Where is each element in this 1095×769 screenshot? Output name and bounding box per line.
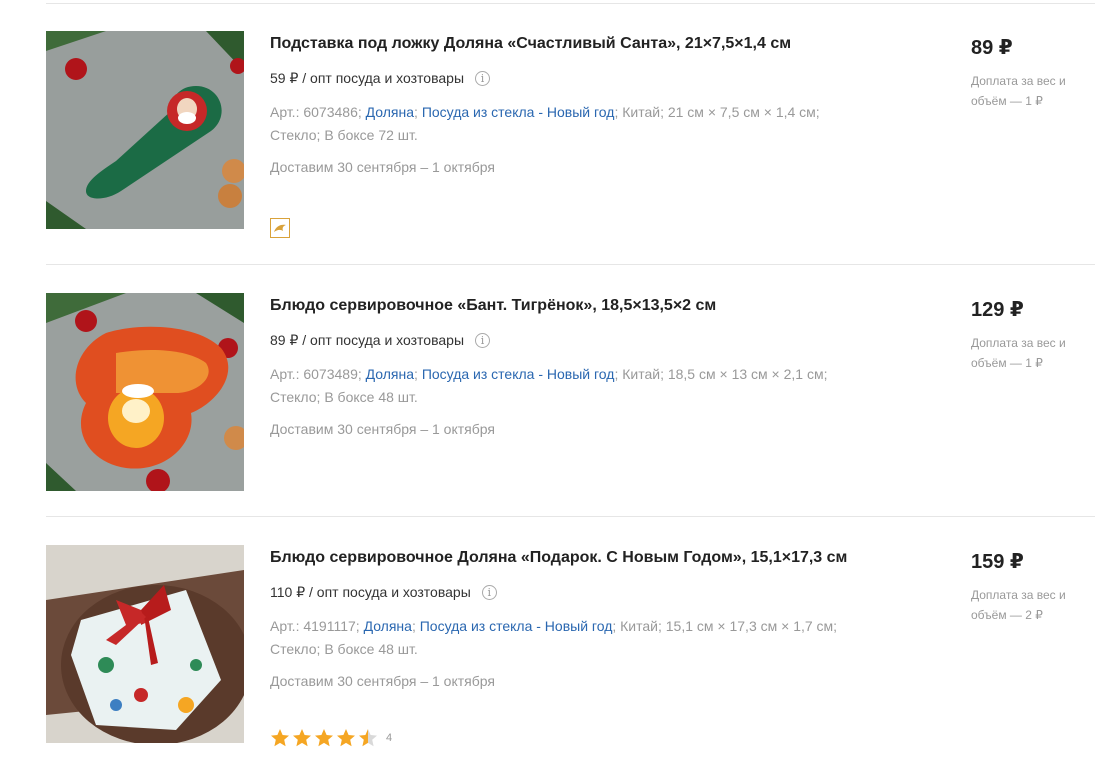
category-link[interactable]: Посуда из стекла - Новый год bbox=[422, 104, 615, 120]
delivery-date: Доставим 30 сентября – 1 октября bbox=[270, 159, 495, 175]
brand-link[interactable]: Доляна bbox=[364, 618, 412, 634]
surcharge-note: Доплата за вес и объём — 1 ₽ bbox=[971, 336, 1066, 370]
wholesale-price: 89 ₽ / опт посуда и хозтовары i bbox=[270, 332, 491, 349]
delivery-date: Доставим 30 сентября – 1 октября bbox=[270, 673, 495, 689]
article-number: Арт.: 4191117; bbox=[270, 618, 360, 634]
info-icon[interactable]: i bbox=[475, 71, 491, 86]
half-star-icon bbox=[359, 729, 377, 747]
spec-details: ; Китай; 21 см × 7,5 см × 1,4 см; bbox=[614, 104, 820, 120]
spec-details: ; Китай; 15,1 см × 17,3 см × 1,7 см; bbox=[612, 618, 838, 634]
rating-count: 4 bbox=[386, 732, 393, 744]
wholesale-text: 110 ₽ / опт посуда и хозтовары bbox=[270, 584, 471, 600]
star-icon bbox=[337, 729, 355, 747]
surcharge-note: Доплата за вес и объём — 2 ₽ bbox=[971, 588, 1066, 622]
product-price: 89 ₽ bbox=[971, 37, 1013, 59]
category-link[interactable]: Посуда из стекла - Новый год bbox=[420, 618, 613, 634]
product-image[interactable] bbox=[46, 293, 244, 491]
article-number: Арт.: 6073486; bbox=[270, 104, 362, 120]
wholesale-text: 89 ₽ / опт посуда и хозтовары bbox=[270, 332, 465, 348]
product-title[interactable]: Блюдо сервировочное Доляна «Подарок. С Н… bbox=[270, 549, 847, 567]
star-icon bbox=[271, 729, 289, 747]
product-title[interactable]: Блюдо сервировочное «Бант. Тигрёнок», 18… bbox=[270, 297, 716, 315]
product-price: 159 ₽ bbox=[971, 551, 1024, 573]
wholesale-price: 59 ₽ / опт посуда и хозтовары i bbox=[270, 70, 491, 87]
spec-material: Стекло; В боксе 72 шт. bbox=[270, 127, 418, 143]
star-icon bbox=[293, 729, 311, 747]
product-price: 129 ₽ bbox=[971, 299, 1024, 321]
product-list: Подставка под ложку Доляна «Счастливый С… bbox=[0, 0, 1095, 769]
product-image[interactable] bbox=[46, 31, 244, 229]
delivery-date: Доставим 30 сентября – 1 октября bbox=[270, 421, 495, 437]
product-image[interactable] bbox=[46, 545, 244, 743]
product-specs: Арт.: 6073486; Доляна; Посуда из стекла … bbox=[270, 104, 820, 143]
divider bbox=[46, 264, 1095, 265]
divider bbox=[46, 516, 1095, 517]
category-link[interactable]: Посуда из стекла - Новый год bbox=[422, 366, 615, 382]
info-icon[interactable]: i bbox=[481, 585, 497, 600]
wholesale-text: 59 ₽ / опт посуда и хозтовары bbox=[270, 70, 465, 86]
info-icon[interactable]: i bbox=[475, 333, 491, 348]
brand-link[interactable]: Доляна bbox=[366, 104, 414, 120]
product-title[interactable]: Подставка под ложку Доляна «Счастливый С… bbox=[270, 35, 791, 53]
wholesale-price: 110 ₽ / опт посуда и хозтовары i bbox=[270, 584, 497, 601]
star-icon bbox=[315, 729, 333, 747]
product-specs: Арт.: 4191117; Доляна; Посуда из стекла … bbox=[270, 618, 838, 657]
dolphin-icon[interactable] bbox=[270, 218, 290, 238]
brand-link[interactable]: Доляна bbox=[366, 366, 414, 382]
article-number: Арт.: 6073489; bbox=[270, 366, 362, 382]
spec-details: ; Китай; 18,5 см × 13 см × 2,1 см; bbox=[614, 366, 828, 382]
surcharge-note: Доплата за вес и объём — 1 ₽ bbox=[971, 74, 1066, 108]
spec-material: Стекло; В боксе 48 шт. bbox=[270, 641, 418, 657]
divider bbox=[46, 3, 1095, 4]
product-specs: Арт.: 6073489; Доляна; Посуда из стекла … bbox=[270, 366, 828, 405]
spec-material: Стекло; В боксе 48 шт. bbox=[270, 389, 418, 405]
rating[interactable]: 4 bbox=[270, 728, 392, 748]
